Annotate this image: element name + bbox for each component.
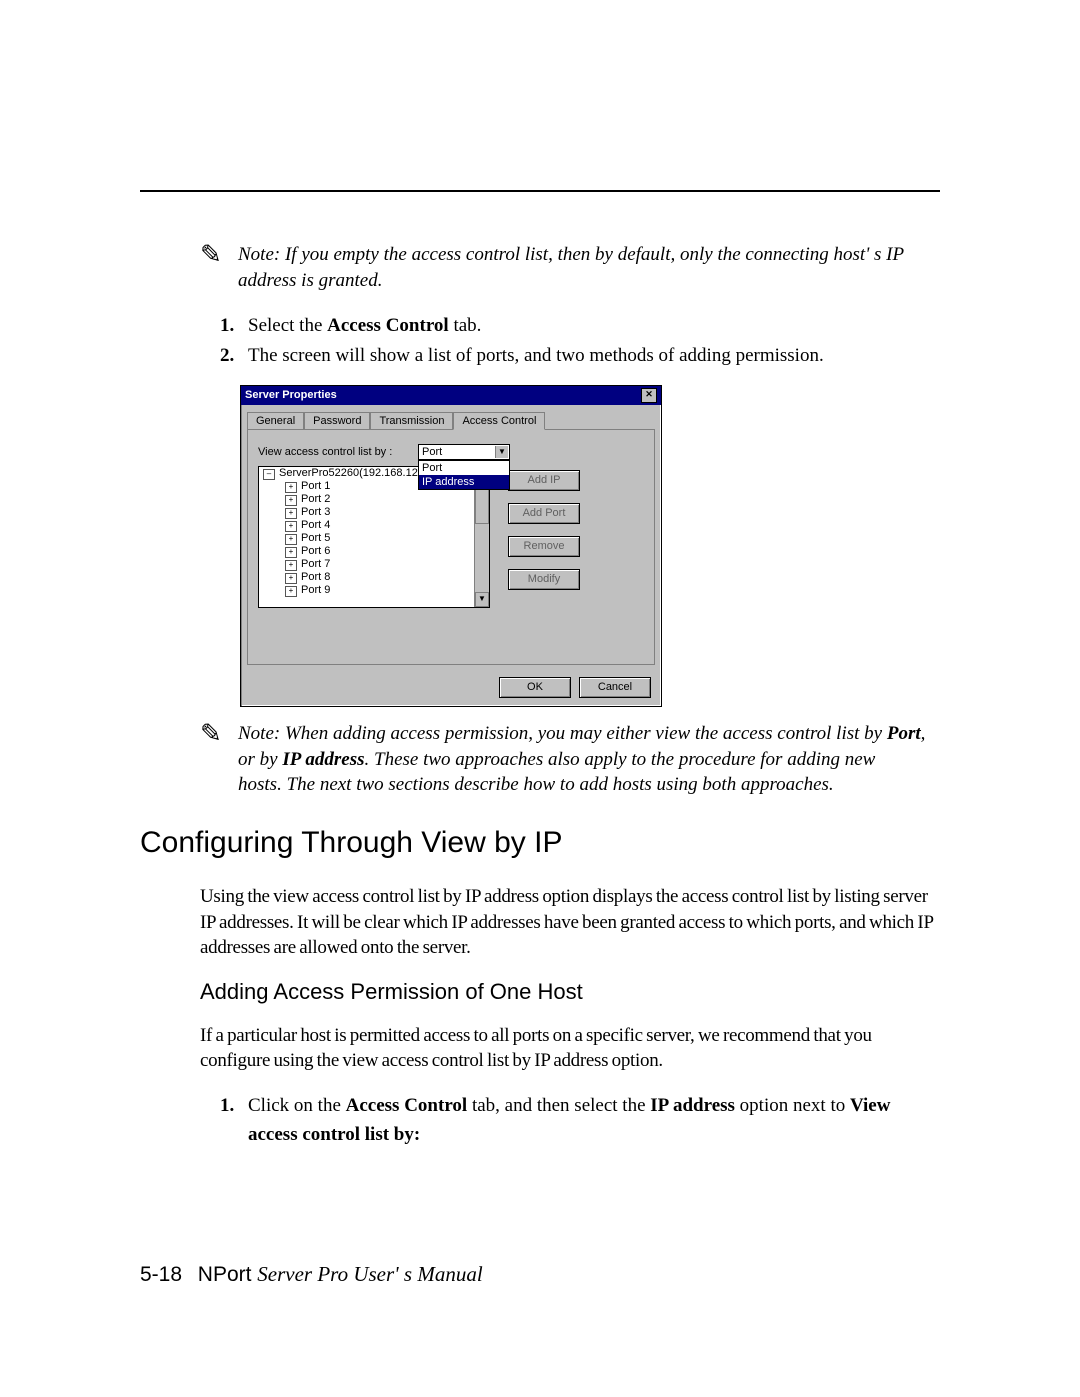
step-number: 2. [220, 342, 248, 371]
tree-item[interactable]: + Port 9 [259, 584, 489, 597]
view-by-combo[interactable]: Port ▼ Port IP address [418, 444, 510, 460]
pencil-icon: ✎ [200, 242, 234, 268]
section-heading-config-view-ip: Configuring Through View by IP [140, 826, 940, 860]
chevron-down-icon[interactable]: ▼ [495, 446, 508, 458]
page-footer: 5-18 NPort Server Pro User' s Manual [140, 1262, 483, 1287]
step-number: 1. [220, 1092, 248, 1149]
footer-brand: NPort [198, 1263, 258, 1286]
tree-item-label: Port 8 [301, 571, 330, 583]
step-text: Click on the Access Control tab, and the… [248, 1092, 940, 1149]
cancel-button[interactable]: Cancel [579, 677, 651, 698]
step-text: Select the Access Control tab. [248, 312, 940, 341]
tree-item-label: Port 2 [301, 493, 330, 505]
tree-item-label: Port 3 [301, 506, 330, 518]
ok-button[interactable]: OK [499, 677, 571, 698]
bold-fragment: Access Control [346, 1095, 468, 1116]
tree-item[interactable]: + Port 2 [259, 493, 489, 506]
add-port-button[interactable]: Add Port [508, 503, 580, 524]
note-2-frag: , [921, 723, 926, 744]
combo-option-port[interactable]: Port [419, 461, 509, 475]
tree-item[interactable]: + Port 4 [259, 519, 489, 532]
tab-body: View access control list by : Port ▼ Por… [247, 429, 655, 665]
scroll-down-icon[interactable]: ▼ [475, 592, 489, 607]
bold-fragment: Access Control [327, 315, 449, 336]
action-button-column: Add IP Add Port Remove Modify [508, 466, 580, 608]
text-fragment: option next to [735, 1095, 850, 1116]
step-number: 1. [220, 312, 248, 341]
tree-item-label: Port 5 [301, 532, 330, 544]
tree-item[interactable]: + Port 8 [259, 571, 489, 584]
pencil-icon: ✎ [200, 721, 234, 747]
dialog-title: Server Properties [245, 389, 337, 401]
add-ip-button[interactable]: Add IP [508, 470, 580, 491]
note-2-frag: . These two approaches also apply to the… [365, 749, 876, 770]
plus-icon: + [285, 521, 297, 532]
close-button[interactable]: ✕ [641, 388, 657, 403]
tree-item-label: Port 1 [301, 480, 330, 492]
step-1: 1. Click on the Access Control tab, and … [220, 1092, 940, 1149]
text-fragment: Select the [248, 315, 327, 336]
note-2-frag: Note: When adding access permission, you… [238, 723, 887, 744]
plus-icon: + [285, 586, 297, 597]
plus-icon: + [285, 495, 297, 506]
step-text: The screen will show a list of ports, an… [248, 342, 940, 371]
tree-item[interactable]: + Port 5 [259, 532, 489, 545]
page-number: 5-18 [140, 1263, 182, 1286]
plus-icon: + [285, 534, 297, 545]
footer-title: Server Pro User' s Manual [257, 1262, 482, 1286]
combo-dropdown: Port IP address [418, 460, 510, 490]
paragraph: Using the view access control list by IP… [200, 884, 940, 961]
plus-icon: + [285, 547, 297, 558]
step-1: 1. Select the Access Control tab. [220, 312, 940, 341]
tab-strip: General Password Transmission Access Con… [247, 411, 655, 429]
tree-item-label: Port 9 [301, 584, 330, 596]
manual-page: ✎Note: If you empty the access control l… [0, 0, 1080, 1397]
note-1-line-2: address is granted. [238, 268, 940, 294]
plus-icon: + [285, 508, 297, 519]
modify-button[interactable]: Modify [508, 569, 580, 590]
tree-item[interactable]: + Port 6 [259, 545, 489, 558]
note-2-frag: or by [238, 749, 282, 770]
note-2: ✎Note: When adding access permission, yo… [200, 721, 940, 798]
paragraph: If a particular host is permitted access… [200, 1023, 940, 1074]
tree-item[interactable]: + Port 3 [259, 506, 489, 519]
tab-access-control[interactable]: Access Control [453, 412, 545, 430]
tree-item-label: Port 7 [301, 558, 330, 570]
note-2-line-2: or by IP address. These two approaches a… [238, 747, 940, 773]
plus-icon: + [285, 482, 297, 493]
text-fragment: Click on the [248, 1095, 346, 1116]
dialog-figure: Server Properties ✕ General Password Tra… [240, 385, 940, 707]
plus-icon: + [285, 560, 297, 571]
bold-fragment: IP address [282, 749, 364, 770]
combo-option-ip[interactable]: IP address [419, 475, 509, 489]
top-rule [140, 190, 940, 192]
view-by-label: View access control list by : [258, 446, 418, 458]
minus-icon: – [263, 469, 275, 480]
tree-item[interactable]: + Port 7 [259, 558, 489, 571]
remove-button[interactable]: Remove [508, 536, 580, 557]
tab-transmission[interactable]: Transmission [370, 412, 453, 430]
subsection-heading-adding-host: Adding Access Permission of One Host [200, 979, 940, 1005]
note-1-line-1: Note: If you empty the access control li… [238, 244, 904, 265]
step-2: 2. The screen will show a list of ports,… [220, 342, 940, 371]
server-properties-dialog: Server Properties ✕ General Password Tra… [240, 385, 662, 707]
tab-password[interactable]: Password [304, 412, 370, 430]
steps-list-1: 1. Select the Access Control tab. 2. The… [220, 312, 940, 371]
bold-fragment: IP address [650, 1095, 735, 1116]
tree-item-label: Port 6 [301, 545, 330, 557]
titlebar: Server Properties ✕ [241, 386, 661, 405]
note-1: ✎Note: If you empty the access control l… [200, 242, 940, 294]
text-fragment: tab, and then select the [467, 1095, 650, 1116]
bold-fragment: Port [887, 723, 921, 744]
steps-list-2: 1. Click on the Access Control tab, and … [220, 1092, 940, 1149]
text-fragment: tab. [449, 315, 482, 336]
tree-item-label: Port 4 [301, 519, 330, 531]
tab-general[interactable]: General [247, 412, 304, 430]
plus-icon: + [285, 573, 297, 584]
note-2-line-3: hosts. The next two sections describe ho… [238, 772, 940, 798]
dialog-buttons: OK Cancel [241, 671, 661, 706]
